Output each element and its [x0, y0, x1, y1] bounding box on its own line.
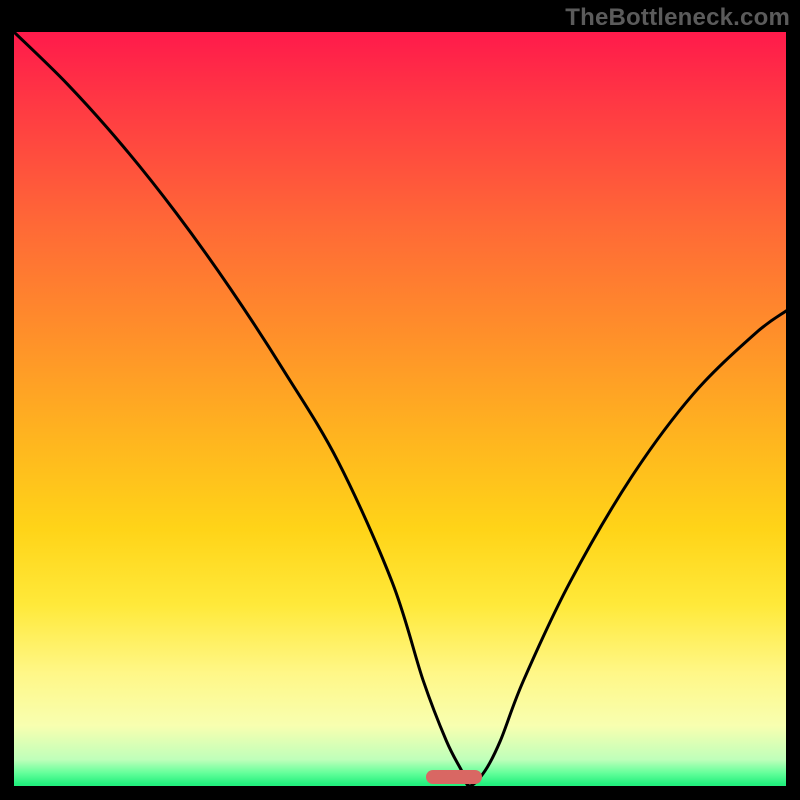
chart-frame: TheBottleneck.com — [0, 0, 800, 800]
watermark-text: TheBottleneck.com — [565, 4, 790, 32]
curve-layer — [14, 32, 786, 786]
minimum-marker — [426, 770, 482, 784]
plot-area — [14, 32, 786, 786]
bottleneck-curve — [14, 32, 786, 786]
